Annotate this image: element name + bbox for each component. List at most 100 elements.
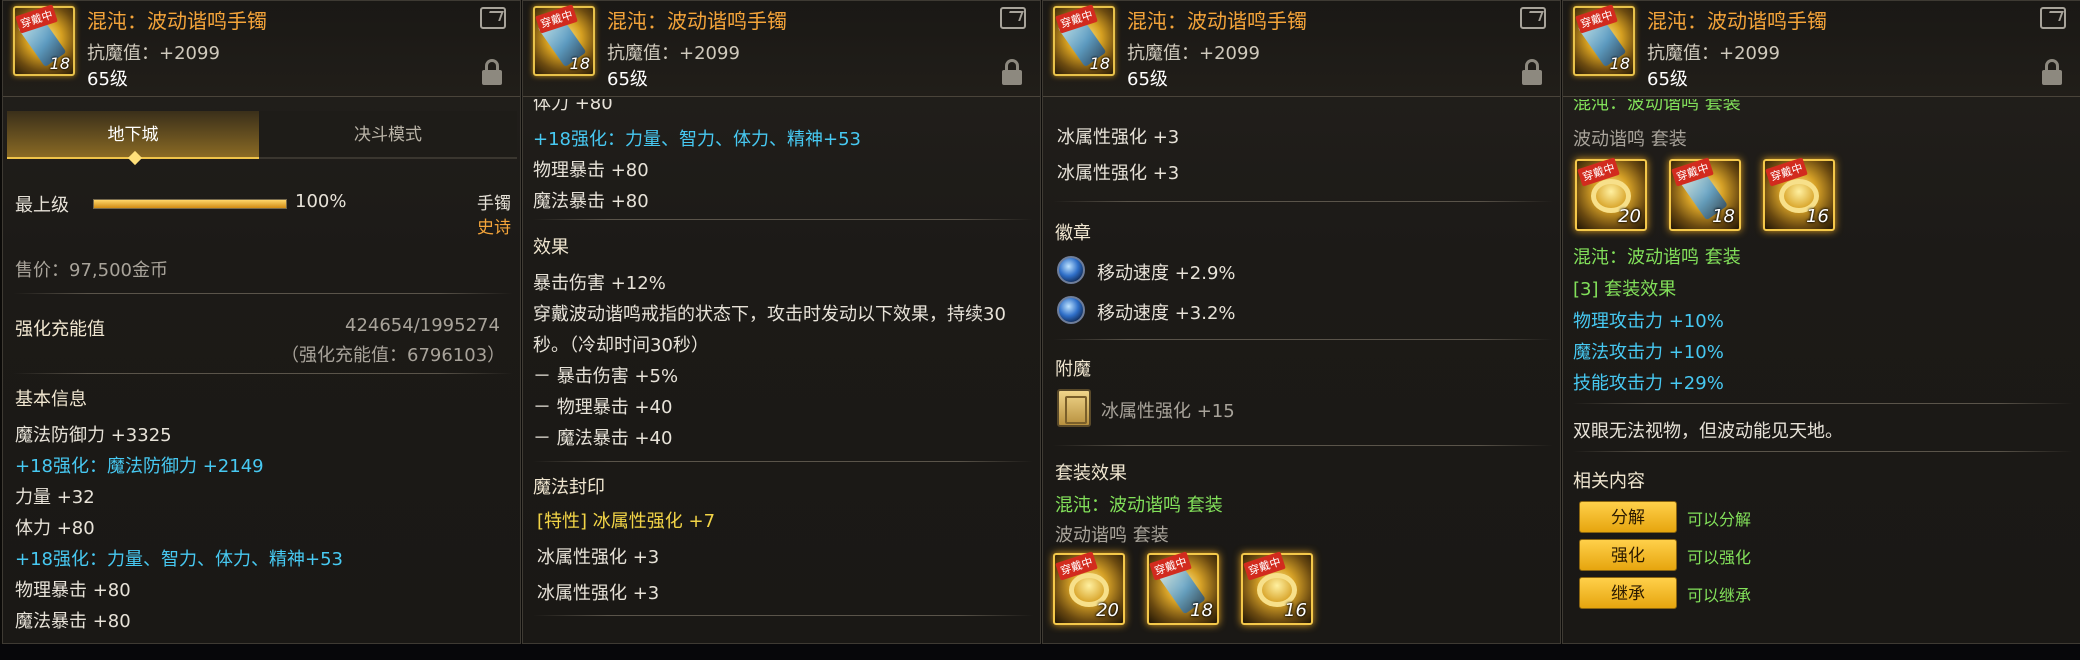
stat-line: － 魔法暴击 +40	[533, 428, 673, 449]
mode-tabs: 地下城 决斗模式	[7, 111, 517, 166]
game-background-strip	[0, 644, 2080, 660]
emblem-orb-icon[interactable]	[1057, 296, 1085, 324]
bracelet-icon[interactable]: 穿戴中 18	[1053, 4, 1115, 76]
set-item-icon[interactable]: 穿戴中 20	[1053, 551, 1125, 625]
stat-line: － 暴击伤害 +5%	[533, 366, 679, 387]
stat-line: 冰属性强化 +3	[1057, 163, 1180, 184]
stat-line: +18强化：力量、智力、体力、精神+53	[533, 129, 861, 150]
item-name: 混沌：波动谐鸣手镯	[1647, 9, 1827, 33]
reinforce-level: 20	[1618, 206, 1641, 227]
stat-line: 魔法暴击 +80	[15, 611, 131, 632]
set-effect-label: [3] 套装效果	[1573, 279, 1677, 300]
item-name: 混沌：波动谐鸣手镯	[607, 9, 787, 33]
inherit-desc: 可以继承	[1687, 586, 1752, 605]
effect-title: 效果	[533, 237, 569, 258]
emblem-stat: 移动速度 +3.2%	[1097, 303, 1236, 324]
stat-line: 魔法防御力 +3325	[15, 425, 172, 446]
stat-line: +18强化：力量、智力、体力、精神+53	[15, 549, 343, 570]
reinforce-level: 18	[1089, 54, 1110, 73]
lock-icon[interactable]	[482, 59, 502, 85]
enchant-card-icon[interactable]	[1057, 389, 1091, 427]
flavor-text: 双眼无法视物，但波动能见天地。	[1573, 421, 1843, 442]
resist-value: 抗魔值：+2099	[607, 43, 740, 64]
item-header: 穿戴中 18 混沌：波动谐鸣手镯 抗魔值：+2099 65级	[3, 1, 520, 97]
enchant-stat: 冰属性强化 +15	[1101, 401, 1235, 422]
set-sub: 波动谐鸣 套装	[1573, 129, 1687, 150]
item-tooltip-panel-3: 穿戴中 18 混沌：波动谐鸣手镯 抗魔值：+2099 65级 冰属性强化 +3 …	[1042, 0, 1561, 644]
bracelet-icon[interactable]: 穿戴中 18	[1573, 4, 1635, 76]
stat-line: 魔法暴击 +80	[533, 191, 649, 212]
stat-line: +18强化：魔法防御力 +2149	[15, 456, 264, 477]
reinforce-level: 18	[1609, 54, 1630, 73]
set-item-icon[interactable]: 穿戴中 20	[1575, 157, 1647, 231]
set-bonus: 魔法攻击力 +10%	[1573, 342, 1724, 363]
share-icon[interactable]	[1000, 7, 1026, 29]
charge-label: 强化充能值	[15, 319, 105, 340]
item-level: 65级	[607, 69, 648, 90]
resist-value: 抗魔值：+2099	[1647, 43, 1780, 64]
reinforce-button[interactable]: 强化	[1579, 539, 1677, 571]
share-icon[interactable]	[480, 7, 506, 29]
stat-line: 体力 +80	[15, 518, 95, 539]
resist-value: 抗魔值：+2099	[1127, 43, 1260, 64]
share-icon[interactable]	[1520, 7, 1546, 29]
set-item-icon[interactable]: 穿戴中 16	[1763, 157, 1835, 231]
slot-type: 手镯	[477, 194, 511, 214]
reinforce-level: 20	[1096, 600, 1119, 621]
stat-line: 物理暴击 +80	[533, 160, 649, 181]
stat-line: 暴击伤害 +12%	[533, 273, 666, 294]
related-title: 相关内容	[1573, 471, 1645, 492]
emblem-orb-icon[interactable]	[1057, 256, 1085, 284]
stat-line: 冰属性强化 +3	[537, 547, 660, 568]
resist-value: 抗魔值：+2099	[87, 43, 220, 64]
emblem-title: 徽章	[1055, 223, 1091, 244]
reinforce-level: 16	[1806, 206, 1829, 227]
charge-sub: （强化充能值：6796103）	[281, 345, 506, 366]
grade-bar	[93, 199, 287, 209]
charge-value: 424654/1995274	[345, 315, 500, 336]
bracelet-icon[interactable]: 穿戴中 18	[533, 4, 595, 76]
tab-dungeon[interactable]: 地下城	[7, 111, 259, 166]
stat-line: 冰属性强化 +3	[537, 583, 660, 604]
stat-line: 物理暴击 +80	[15, 580, 131, 601]
set-item-icon[interactable]: 穿戴中 16	[1241, 551, 1313, 625]
item-name: 混沌：波动谐鸣手镯	[1127, 9, 1307, 33]
reinforce-level: 18	[1712, 206, 1735, 227]
stat-line: 秒。（冷却时间30秒）	[533, 335, 709, 356]
stat-line: [特性] 冰属性强化 +7	[537, 511, 716, 532]
enchant-title: 附魔	[1055, 359, 1091, 380]
set-bonus: 物理攻击力 +10%	[1573, 311, 1724, 332]
basic-info-title: 基本信息	[15, 389, 87, 410]
stat-line: － 物理暴击 +40	[533, 397, 673, 418]
lock-icon[interactable]	[1522, 59, 1542, 85]
share-icon[interactable]	[2040, 7, 2066, 29]
item-level: 65级	[1647, 69, 1688, 90]
item-tooltip-panel-1: 穿戴中 18 混沌：波动谐鸣手镯 抗魔值：+2099 65级 地下城 决斗模式 …	[2, 0, 521, 644]
item-tooltip-panel-2: 穿戴中 18 混沌：波动谐鸣手镯 抗魔值：+2099 65级 体力 +80 +1…	[522, 0, 1041, 644]
set-item-icon[interactable]: 穿戴中 18	[1669, 157, 1741, 231]
magic-seal-title: 魔法封印	[533, 477, 605, 498]
tooltip-strip: 穿戴中 18 混沌：波动谐鸣手镯 抗魔值：+2099 65级 地下城 决斗模式 …	[0, 0, 2080, 660]
item-name: 混沌：波动谐鸣手镯	[87, 9, 267, 33]
tab-dungeon-label: 地下城	[107, 125, 159, 145]
tab-pvp[interactable]: 决斗模式	[259, 111, 517, 159]
set-name: 混沌：波动谐鸣 套装	[1573, 247, 1741, 268]
inherit-button[interactable]: 继承	[1579, 577, 1677, 609]
lock-icon[interactable]	[1002, 59, 1022, 85]
set-item-icon[interactable]: 穿戴中 18	[1147, 551, 1219, 625]
bracelet-icon[interactable]: 穿戴中 18	[13, 4, 75, 76]
rarity: 史诗	[477, 218, 511, 238]
reinforce-level: 18	[1190, 600, 1213, 621]
item-tooltip-panel-4: 穿戴中 18 混沌：波动谐鸣手镯 抗魔值：+2099 65级 混沌：波动谐鸣 套…	[1562, 0, 2080, 644]
grade-percent: 100%	[295, 191, 347, 212]
set-bonus: 技能攻击力 +29%	[1573, 373, 1724, 394]
set-name: 混沌：波动谐鸣 套装	[1055, 495, 1223, 516]
disassemble-desc: 可以分解	[1687, 510, 1752, 529]
emblem-stat: 移动速度 +2.9%	[1097, 263, 1236, 284]
disassemble-button[interactable]: 分解	[1579, 501, 1677, 533]
lock-icon[interactable]	[2042, 59, 2062, 85]
item-level: 65级	[1127, 69, 1168, 90]
grade-label: 最上级	[15, 195, 69, 216]
active-tab-marker	[127, 150, 143, 166]
set-sub: 波动谐鸣 套装	[1055, 525, 1169, 546]
